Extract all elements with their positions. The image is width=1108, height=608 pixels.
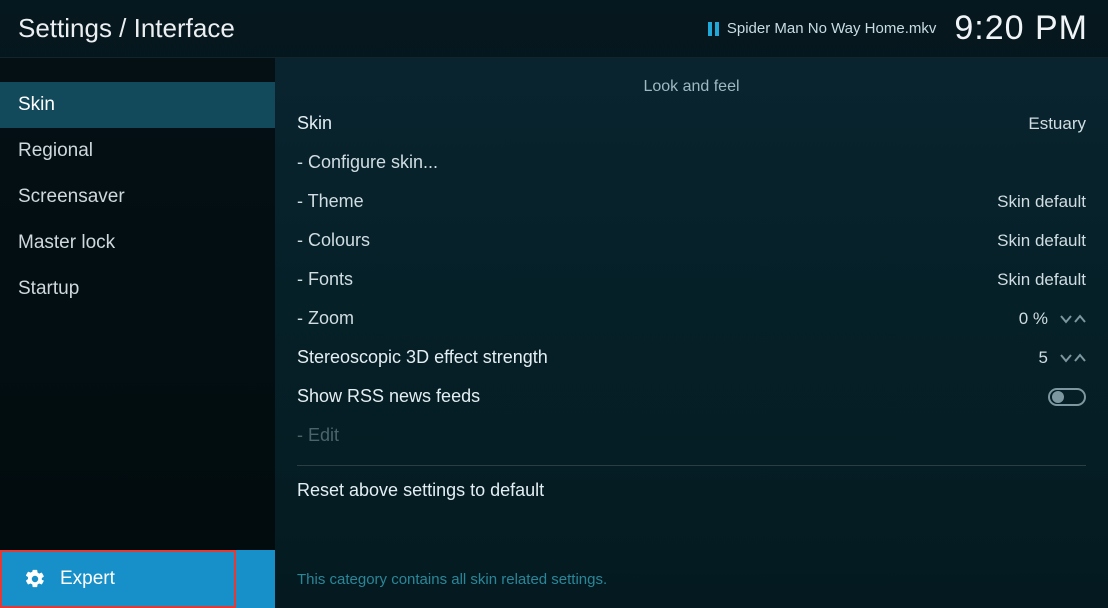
settings-level-label: Expert <box>60 568 115 590</box>
row-label: Stereoscopic 3D effect strength <box>297 347 548 368</box>
zoom-value-text: 0 % <box>1019 309 1048 329</box>
row-value: Estuary <box>1028 114 1086 134</box>
spinner-arrows-icon[interactable] <box>1060 352 1086 364</box>
gear-icon <box>24 568 46 590</box>
row-label: Show RSS news feeds <box>297 386 480 407</box>
row-label: Reset above settings to default <box>297 480 544 500</box>
spinner-arrows-icon[interactable] <box>1060 313 1086 325</box>
row-configure-skin[interactable]: - Configure skin... <box>275 143 1108 182</box>
row-reset-defaults[interactable]: Reset above settings to default <box>275 466 1108 511</box>
section-title: Look and feel <box>275 78 1108 96</box>
toggle-off-icon[interactable] <box>1048 388 1086 406</box>
row-value: 5 <box>1039 348 1086 368</box>
row-theme[interactable]: - Theme Skin default <box>275 182 1108 221</box>
sidebar-item-skin[interactable]: Skin <box>0 82 275 128</box>
content: Look and feel Skin Estuary - Configure s… <box>275 58 1108 608</box>
sidebar-item-label: Regional <box>18 140 93 161</box>
sidebar-item-regional[interactable]: Regional <box>0 128 275 174</box>
now-playing[interactable]: Spider Man No Way Home.mkv <box>708 20 937 37</box>
sidebar-item-label: Skin <box>18 94 55 115</box>
row-edit-rss: - Edit <box>275 416 1108 455</box>
sidebar: Skin Regional Screensaver Master lock St… <box>0 58 275 608</box>
breadcrumb: Settings / Interface <box>18 13 235 44</box>
row-label: - Theme <box>297 191 364 212</box>
header: Settings / Interface Spider Man No Way H… <box>0 0 1108 58</box>
sidebar-item-screensaver[interactable]: Screensaver <box>0 174 275 220</box>
row-value <box>1048 388 1086 406</box>
row-label: Skin <box>297 113 332 134</box>
sidebar-tail <box>236 550 275 608</box>
now-playing-title: Spider Man No Way Home.mkv <box>727 20 937 37</box>
main: Skin Regional Screensaver Master lock St… <box>0 58 1108 608</box>
row-colours[interactable]: - Colours Skin default <box>275 221 1108 260</box>
row-stereoscopic[interactable]: Stereoscopic 3D effect strength 5 <box>275 338 1108 377</box>
sidebar-item-startup[interactable]: Startup <box>0 266 275 312</box>
help-text: This category contains all skin related … <box>297 571 1086 588</box>
pause-icon <box>708 22 719 36</box>
stereo-value-text: 5 <box>1039 348 1048 368</box>
row-zoom[interactable]: - Zoom 0 % <box>275 299 1108 338</box>
row-value: Skin default <box>997 231 1086 251</box>
row-label: - Fonts <box>297 269 353 290</box>
row-label: - Edit <box>297 425 339 446</box>
sidebar-item-label: Startup <box>18 278 79 299</box>
sidebar-item-label: Master lock <box>18 232 115 253</box>
row-label: - Configure skin... <box>297 152 438 173</box>
row-value: 0 % <box>1019 309 1086 329</box>
row-skin[interactable]: Skin Estuary <box>275 104 1108 143</box>
row-rss[interactable]: Show RSS news feeds <box>275 377 1108 416</box>
row-fonts[interactable]: - Fonts Skin default <box>275 260 1108 299</box>
row-value: Skin default <box>997 270 1086 290</box>
row-label: - Colours <box>297 230 370 251</box>
header-right: Spider Man No Way Home.mkv 9:20 PM <box>708 9 1088 48</box>
row-label: - Zoom <box>297 308 354 329</box>
row-value: Skin default <box>997 192 1086 212</box>
sidebar-items: Skin Regional Screensaver Master lock St… <box>0 58 275 608</box>
clock: 9:20 PM <box>954 9 1088 48</box>
settings-level-button[interactable]: Expert <box>0 550 236 608</box>
sidebar-item-master-lock[interactable]: Master lock <box>0 220 275 266</box>
sidebar-item-label: Screensaver <box>18 186 125 207</box>
